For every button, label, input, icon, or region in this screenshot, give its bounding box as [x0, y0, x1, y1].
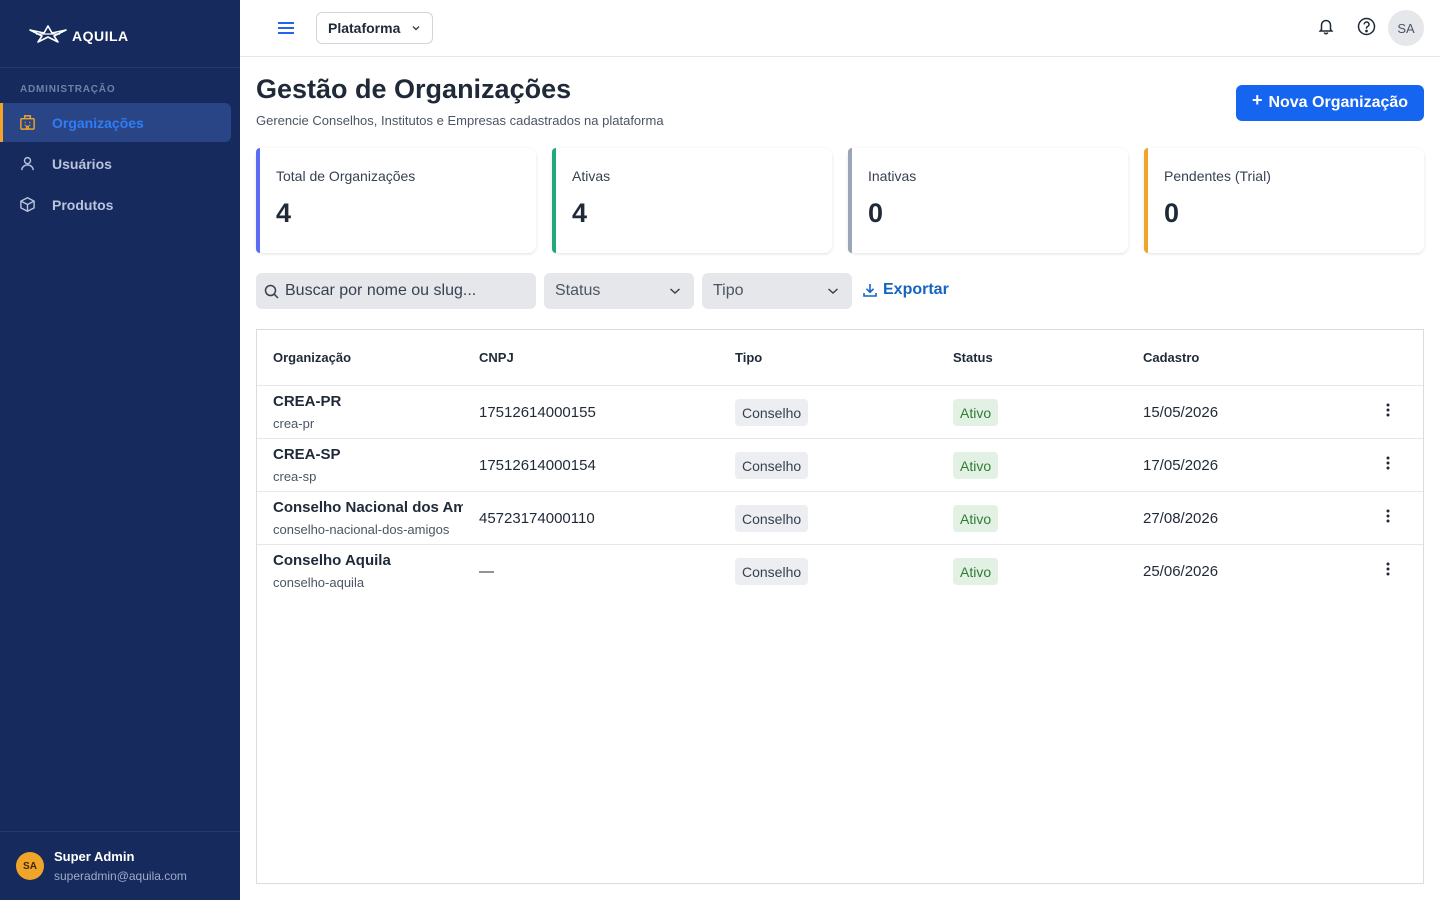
stat-label: Total de Organizações — [276, 168, 416, 184]
org-cnpj: — — [479, 563, 494, 580]
status-badge: Ativo — [953, 399, 999, 426]
org-cnpj: 45723174000110 — [479, 510, 595, 527]
column-header-cnpj[interactable]: CNPJ — [479, 350, 514, 365]
tipo-badge: Conselho — [735, 558, 809, 585]
stat-value: 4 — [276, 198, 292, 228]
hamburger-menu-icon[interactable] — [276, 18, 296, 38]
more-options-icon[interactable] — [1383, 454, 1393, 472]
table-row[interactable]: Conselho Aquila conselho-aquila — Consel… — [257, 545, 1423, 598]
tipo-filter-select[interactable]: Tipo — [702, 273, 852, 309]
org-name[interactable]: Conselho Aquila — [273, 552, 463, 569]
tipo-badge: Conselho — [735, 452, 809, 479]
bell-icon[interactable] — [1316, 16, 1336, 36]
platform-select[interactable]: Plataforma — [316, 12, 433, 44]
export-button[interactable]: Exportar — [862, 281, 949, 299]
stat-value: 0 — [1164, 198, 1180, 228]
org-name[interactable]: CREA-SP — [273, 446, 463, 463]
stat-card-inativas: Inativas 0 — [848, 148, 1128, 253]
stat-card-total: Total de Organizações 4 — [256, 148, 536, 253]
export-label: Exportar — [883, 281, 949, 298]
stat-card-pendentes: Pendentes (Trial) 0 — [1144, 148, 1424, 253]
status-filter-select[interactable]: Status — [544, 273, 694, 309]
stat-label: Inativas — [868, 168, 917, 184]
new-organization-button[interactable]: + Nova Organização — [1236, 85, 1424, 121]
page-subtitle: Gerencie Conselhos, Institutos e Empresa… — [256, 113, 664, 128]
sidebar-item-label: Usuários — [52, 155, 112, 172]
status-badge: Ativo — [953, 558, 999, 585]
org-slug: crea-pr — [273, 416, 315, 431]
column-header-cadastro[interactable]: Cadastro — [1143, 350, 1199, 365]
column-header-tipo[interactable]: Tipo — [735, 350, 762, 365]
organizations-table: Organização CNPJ Tipo Status Cadastro CR… — [256, 329, 1424, 884]
brand-logo[interactable]: AQUILA — [0, 0, 240, 68]
stat-accent-bar — [552, 148, 556, 253]
box-icon — [18, 196, 36, 214]
avatar: SA — [16, 852, 44, 880]
sidebar-item-produtos[interactable]: Produtos — [0, 185, 231, 224]
search-box — [256, 273, 536, 309]
table-header: Organização CNPJ Tipo Status Cadastro — [257, 330, 1423, 386]
stat-accent-bar — [256, 148, 260, 253]
search-icon — [264, 284, 279, 299]
user-icon — [18, 155, 36, 173]
org-date: 25/06/2026 — [1143, 563, 1219, 580]
table-row[interactable]: Conselho Nacional dos Amigos conselho-na… — [257, 492, 1423, 545]
org-slug: crea-sp — [273, 469, 317, 484]
sidebar-item-label: Organizações — [52, 114, 144, 131]
user-email: superadmin@aquila.com — [54, 869, 187, 883]
org-slug: conselho-nacional-dos-amigos — [273, 522, 450, 537]
sidebar-item-label: Produtos — [52, 196, 114, 213]
download-icon — [863, 284, 877, 297]
org-date: 27/08/2026 — [1143, 510, 1219, 527]
sidebar-item-usuarios[interactable]: Usuários — [0, 144, 231, 183]
building-icon — [18, 114, 36, 132]
stat-accent-bar — [1144, 148, 1148, 253]
avatar[interactable]: SA — [1388, 10, 1424, 46]
org-cnpj: 17512614000155 — [479, 404, 596, 421]
nav-section-title: ADMINISTRAÇÃO — [20, 84, 116, 95]
new-organization-label: Nova Organização — [1268, 94, 1409, 111]
stat-value: 4 — [572, 198, 588, 228]
status-filter-label: Status — [555, 282, 601, 299]
stat-card-ativas: Ativas 4 — [552, 148, 832, 253]
org-date: 17/05/2026 — [1143, 457, 1219, 474]
column-header-status[interactable]: Status — [953, 350, 993, 365]
platform-select-value: Plataforma — [328, 20, 401, 36]
table-row[interactable]: CREA-SP crea-sp 17512614000154 Conselho … — [257, 439, 1423, 492]
tipo-filter-label: Tipo — [713, 282, 744, 299]
more-options-icon[interactable] — [1383, 507, 1393, 525]
chevron-down-icon — [828, 288, 838, 295]
column-header-organizacao[interactable]: Organização — [273, 350, 351, 365]
org-name[interactable]: CREA-PR — [273, 393, 463, 410]
stat-value: 0 — [868, 198, 884, 228]
topbar: Plataforma SA — [240, 0, 1440, 57]
more-options-icon[interactable] — [1383, 401, 1393, 419]
stat-label: Ativas — [572, 168, 611, 184]
sidebar-user-profile[interactable]: SA Super Admin superadmin@aquila.com — [0, 831, 240, 900]
org-slug: conselho-aquila — [273, 575, 365, 590]
chevron-down-icon — [670, 288, 680, 295]
help-icon[interactable] — [1356, 16, 1376, 36]
plus-icon: + — [1251, 89, 1263, 110]
status-badge: Ativo — [953, 505, 999, 532]
org-cnpj: 17512614000154 — [479, 457, 596, 474]
tipo-badge: Conselho — [735, 399, 809, 426]
page-title: Gestão de Organizações — [256, 74, 572, 104]
more-options-icon[interactable] — [1383, 560, 1393, 578]
stat-accent-bar — [848, 148, 852, 253]
eagle-logo-icon — [29, 24, 67, 43]
tipo-badge: Conselho — [735, 505, 809, 532]
stat-label: Pendentes (Trial) — [1164, 168, 1271, 184]
brand-name: AQUILA — [72, 27, 129, 44]
sidebar: AQUILA ADMINISTRAÇÃO Organizações Usuári… — [0, 0, 240, 900]
org-name[interactable]: Conselho Nacional dos Amigos — [273, 499, 463, 516]
search-input[interactable] — [285, 282, 525, 300]
status-badge: Ativo — [953, 452, 999, 479]
chevron-down-icon — [412, 26, 420, 31]
table-row[interactable]: CREA-PR crea-pr 17512614000155 Conselho … — [257, 386, 1423, 439]
org-date: 15/05/2026 — [1143, 404, 1219, 421]
user-name: Super Admin — [54, 849, 135, 864]
sidebar-item-organizacoes[interactable]: Organizações — [0, 103, 231, 142]
